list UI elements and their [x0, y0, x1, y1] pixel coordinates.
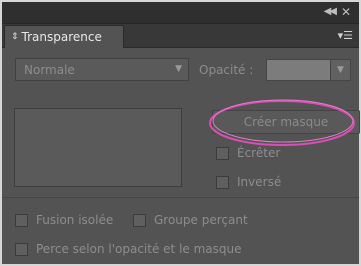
checkbox-box[interactable] [216, 146, 229, 160]
divider [2, 197, 359, 198]
create-mask-button[interactable]: Créer masque [212, 110, 360, 134]
knockout-opacity-checkbox[interactable]: Perce selon l'opacité et le masque [15, 242, 242, 256]
blend-mode-dropdown[interactable]: Normale ▼ [15, 58, 189, 81]
blend-mode-value: Normale [24, 62, 75, 77]
panel-title-strip: ◀◀ ✕ [2, 2, 359, 24]
invert-label: Inversé [237, 175, 282, 189]
checkbox-box[interactable] [216, 175, 229, 189]
opacity-stepper[interactable]: ▼ [331, 59, 351, 81]
panel-body: Normale ▼ Opacité : ▼ Créer masque Écrêt… [2, 48, 360, 264]
opacity-input[interactable] [266, 59, 331, 81]
tab-transparence[interactable]: ⇕ Transparence [4, 25, 124, 48]
knockout-opacity-label: Perce selon l'opacité et le masque [36, 242, 242, 256]
knockout-label: Groupe perçant [154, 213, 248, 227]
isolate-blending-checkbox[interactable]: Fusion isolée [15, 213, 113, 227]
knockout-group-checkbox[interactable]: Groupe perçant [133, 213, 248, 227]
mask-thumbnail [14, 108, 182, 187]
clip-label: Écrêter [237, 146, 281, 160]
isolate-label: Fusion isolée [36, 213, 114, 227]
panel-tab-bar: ⇕ Transparence ▾☰ [2, 24, 359, 48]
checkbox-box[interactable] [133, 213, 146, 227]
close-icon[interactable]: ✕ [341, 5, 351, 19]
clip-checkbox[interactable]: Écrêter [216, 146, 280, 160]
chevron-down-icon: ▼ [175, 64, 182, 74]
opacity-label: Opacité : [199, 63, 254, 77]
invert-checkbox[interactable]: Inversé [216, 175, 281, 189]
checkbox-box[interactable] [15, 213, 28, 227]
up-down-arrows-icon: ⇕ [11, 32, 19, 42]
chevron-down-icon: ▼ [337, 65, 344, 75]
tab-label: Transparence [21, 30, 102, 44]
transparency-panel-frame: ◀◀ ✕ ⇕ Transparence ▾☰ Normale ▼ Opacité… [0, 0, 361, 266]
double-chevron-left-icon[interactable]: ◀◀ [324, 6, 337, 17]
checkbox-box[interactable] [15, 242, 28, 256]
panel-menu-icon[interactable]: ▾☰ [338, 29, 353, 42]
